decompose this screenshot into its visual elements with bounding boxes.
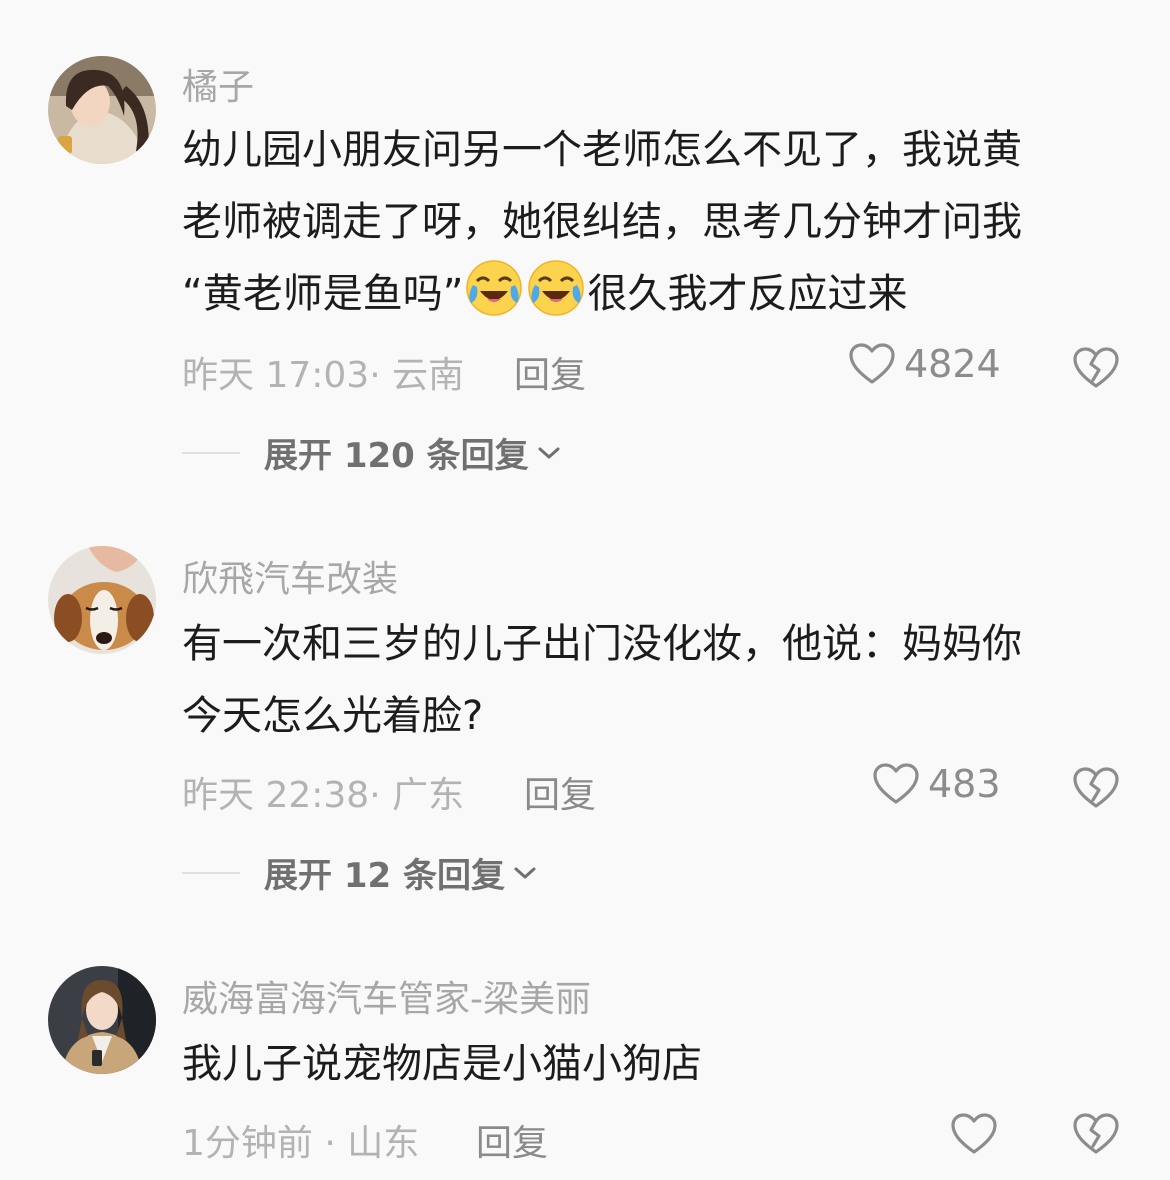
comment-text-line: “黄老师是鱼吗” 很久我才反应过来 <box>182 258 1122 330</box>
dislike-button[interactable] <box>1072 346 1120 394</box>
crying-laughing-emoji-icon <box>466 260 523 316</box>
username[interactable]: 欣飛汽车改装 <box>182 550 398 602</box>
comment-meta: 昨天 22:38· 广东 <box>182 775 465 816</box>
comment-text-line: 幼儿园小朋友问另一个老师怎么不见了，我说黄 <box>182 127 1022 173</box>
divider <box>182 871 240 874</box>
avatar[interactable] <box>48 546 156 654</box>
heart-outline-icon <box>951 1113 997 1154</box>
avatar[interactable] <box>48 56 156 164</box>
expand-replies-label: 展开 12 条回复 <box>264 856 505 896</box>
divider <box>182 451 240 454</box>
reply-button[interactable]: 回复 <box>524 766 596 818</box>
username[interactable]: 威海富海汽车管家-梁美丽 <box>182 970 591 1022</box>
comment-text-line: 有一次和三岁的儿子出门没化妆，他说：妈妈你 <box>182 621 1022 667</box>
reply-button[interactable]: 回复 <box>514 346 586 398</box>
heart-outline-icon <box>873 763 919 804</box>
dislike-button[interactable] <box>1072 1112 1120 1160</box>
broken-heart-icon <box>1073 767 1119 808</box>
comment-text: 有一次和三岁的儿子出门没化妆，他说：妈妈你 今天怎么光着脸? <box>182 608 1122 752</box>
expand-replies-button[interactable]: 展开 12 条回复 <box>182 848 537 897</box>
comment-text: 幼儿园小朋友问另一个老师怎么不见了，我说黄 老师被调走了呀，她很纠结，思考几分钟… <box>182 114 1122 330</box>
expand-replies-button[interactable]: 展开 120 条回复 <box>182 428 561 477</box>
avatar[interactable] <box>48 966 156 1074</box>
dislike-button[interactable] <box>1072 766 1120 814</box>
comment-text-line: 我儿子说宠物店是小猫小狗店 <box>182 1041 702 1087</box>
username[interactable]: 橘子 <box>182 58 254 110</box>
like-button[interactable] <box>950 1112 998 1156</box>
chevron-down-icon <box>538 447 560 458</box>
broken-heart-icon <box>1073 347 1119 388</box>
comment-meta: 昨天 17:03· 云南 <box>182 355 465 396</box>
comment-text-line: 老师被调走了呀，她很纠结，思考几分钟才问我 <box>182 199 1022 245</box>
comment-text-line: 今天怎么光着脸? <box>182 693 484 739</box>
like-button[interactable]: 4824 <box>848 342 1001 386</box>
broken-heart-icon <box>1073 1113 1119 1154</box>
comment-text: 我儿子说宠物店是小猫小狗店 <box>182 1028 1122 1100</box>
expand-replies-label: 展开 120 条回复 <box>264 436 529 476</box>
chevron-down-icon <box>514 867 536 878</box>
crying-laughing-emoji-icon <box>528 260 585 316</box>
like-count: 4824 <box>904 342 1001 386</box>
heart-outline-icon <box>849 343 895 384</box>
like-button[interactable]: 483 <box>872 762 1001 806</box>
like-count: 483 <box>928 762 1001 806</box>
comment-text-fragment: 很久我才反应过来 <box>587 271 908 317</box>
reply-button[interactable]: 回复 <box>476 1114 548 1166</box>
comment-meta: 1分钟前 · 山东 <box>182 1123 420 1164</box>
comment-text-fragment: “黄老师是鱼吗” <box>182 271 464 317</box>
